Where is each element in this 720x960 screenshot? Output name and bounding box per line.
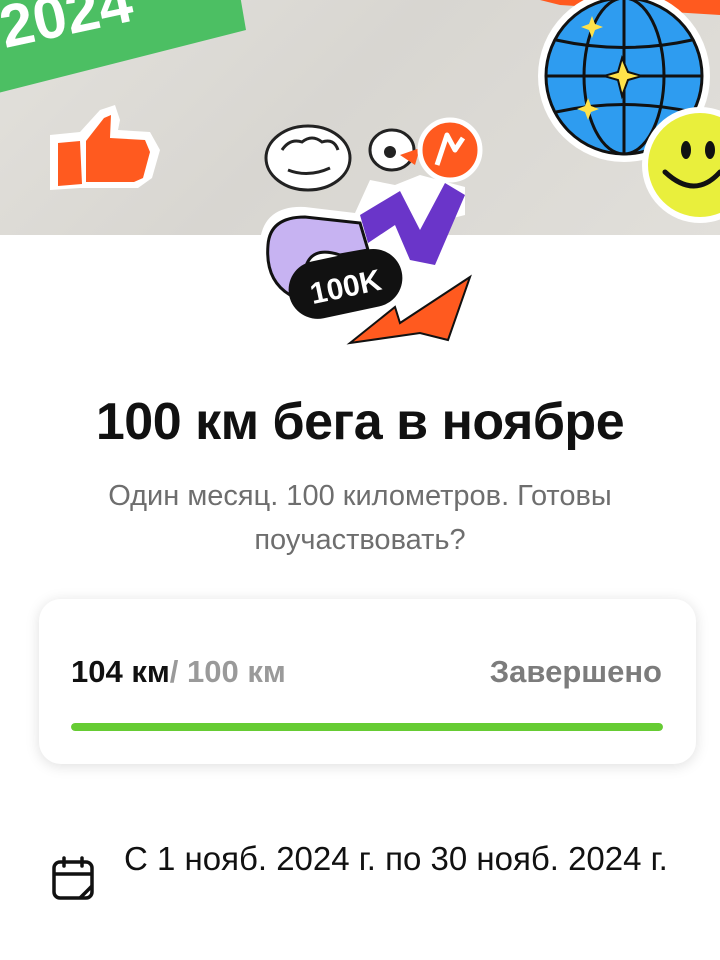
progress-bar <box>71 723 663 731</box>
progress-value: 104 км/ 100 км <box>71 654 286 690</box>
challenge-title: 100 км бега в ноябре <box>95 393 625 451</box>
progress-goal: 100 км <box>178 654 286 689</box>
status-label: Завершено <box>489 654 662 689</box>
progress-bar-fill <box>71 723 663 731</box>
progress-current: 104 км <box>71 654 170 689</box>
date-range: С 1 нояб. 2024 г. по 30 нояб. 2024 г. <box>50 832 690 942</box>
progress-card: 104 км/ 100 км Завершено <box>39 599 696 764</box>
challenge-badge: 100K <box>259 175 475 355</box>
date-range-text: С 1 нояб. 2024 г. по 30 нояб. 2024 г. <box>124 840 668 877</box>
challenge-subtitle: Один месяц. 100 километров. Готовы поуча… <box>108 480 612 556</box>
year-sticker: 2024 <box>0 0 246 93</box>
calendar-icon <box>52 856 94 900</box>
thumbs-up-icon <box>50 105 160 190</box>
